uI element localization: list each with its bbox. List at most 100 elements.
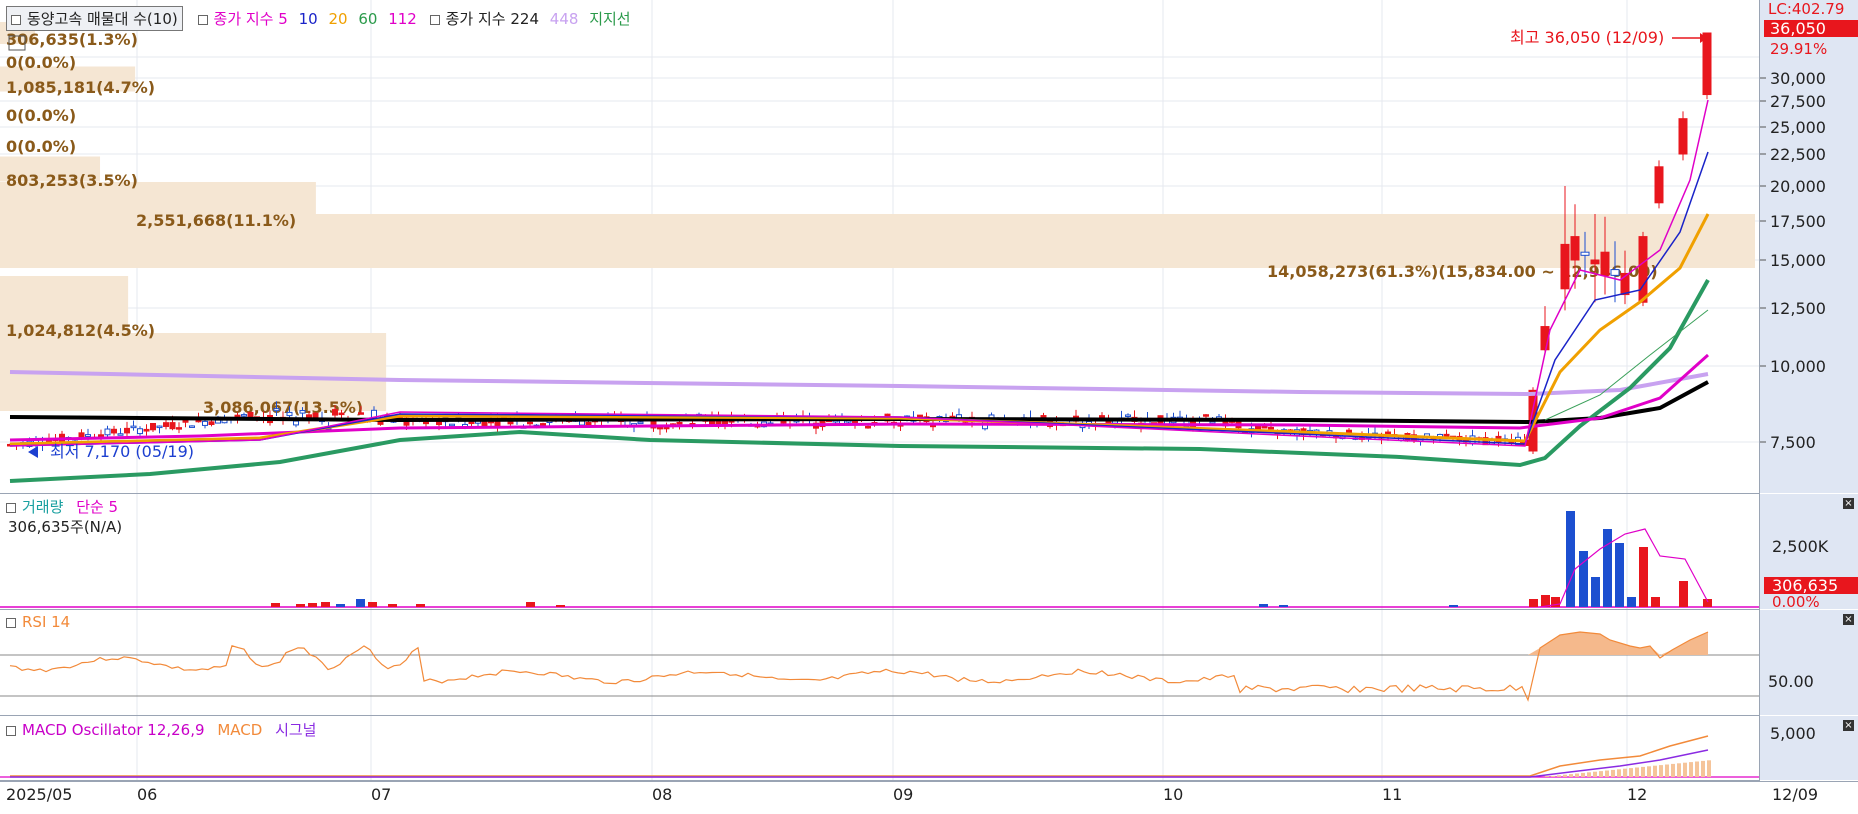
candle (111, 428, 117, 434)
candle (1610, 269, 1620, 276)
x-label: 11 (1382, 785, 1403, 804)
candle (540, 423, 546, 427)
macd-label: MACD (217, 721, 263, 739)
volume-bar (1259, 604, 1268, 607)
rsi-pane[interactable]: RSI 14 (0, 610, 1760, 716)
candle (1125, 414, 1131, 417)
candle (1570, 236, 1580, 261)
ma-legend[interactable]: 종가 지수 5 10 20 60 112 (197, 10, 422, 28)
ma-label: 종가 지수 5 (213, 10, 288, 28)
volume-pane[interactable]: 거래량 단순 5 306,635주(N/A) (0, 494, 1760, 610)
price-pane[interactable]: 306,635(1.3%) 0(0.0%) 1,085,181(4.7%) 0(0.0… (0, 0, 1760, 494)
macd-oscillator-bar (1599, 771, 1603, 777)
candle (1590, 259, 1600, 265)
macd-pane[interactable]: MACD Oscillator 12,26,9 MACD 시그널 (0, 716, 1760, 781)
volume-bar (1529, 599, 1538, 607)
candle (189, 425, 195, 428)
close-icon[interactable]: × (1843, 614, 1854, 625)
volume-bar (1279, 605, 1288, 607)
volume-bar (1615, 543, 1624, 607)
macd-oscillator-bar (1689, 762, 1693, 777)
candle (449, 423, 455, 427)
volume-bar (1651, 597, 1660, 607)
x-label: 08 (652, 785, 673, 804)
volume-legend[interactable]: 거래량 단순 5 (6, 496, 118, 517)
candle (1040, 415, 1047, 418)
volume-title: 거래량 (22, 498, 64, 516)
volume-bar (1566, 511, 1575, 607)
candle (85, 434, 91, 437)
macd-oscillator-bar (1581, 772, 1585, 777)
rsi-line (9, 631, 1709, 702)
volume-bar (388, 604, 397, 607)
volume-profile-label: 0(0.0%) (6, 106, 76, 125)
volume-bar (368, 602, 377, 607)
price-chart[interactable]: 306,635(1.3%) 0(0.0%) 1,085,181(4.7%) 0(0.0… (0, 0, 1760, 493)
macd-oscillator-bar (1623, 768, 1627, 777)
macd-oscillator-bar (1677, 763, 1681, 777)
ma2-legend[interactable]: 종가 지수 224 448 지지선 (429, 10, 631, 28)
ma-period-10: 10 (298, 10, 318, 28)
candle (865, 426, 871, 429)
candle (137, 428, 143, 435)
low-annotation: 최저 7,170 (05/19) (50, 442, 194, 461)
macd-oscillator-bar (1647, 766, 1651, 777)
candle (273, 408, 280, 412)
candle (293, 420, 299, 426)
chart-title: 동양고속 매물대 수(10) (27, 10, 178, 28)
macd-oscillator-bar (1611, 769, 1615, 777)
macd-oscillator-bar (1575, 773, 1579, 777)
toggle-square-icon (6, 725, 16, 736)
toggle-square-icon (11, 14, 21, 25)
macd-legend[interactable]: MACD Oscillator 12,26,9 MACD 시그널 (6, 719, 316, 740)
macd-oscillator-bar (1653, 765, 1657, 777)
volume-value: 306,635주(N/A) (8, 518, 123, 536)
volume-ma-label: 단순 5 (76, 498, 119, 516)
candle (676, 421, 683, 425)
rsi-scale-tick: 50.00 (1768, 672, 1814, 691)
rsi-scale: 50.00 × (1759, 610, 1858, 715)
volume-chart[interactable] (0, 494, 1760, 609)
macd-oscillator-bar (1695, 761, 1699, 777)
candle (1261, 425, 1268, 429)
candle (657, 426, 663, 430)
macd-oscillator-bar (1683, 762, 1687, 777)
candle (637, 421, 644, 425)
candle (208, 421, 215, 426)
volume-profile-label: 0(0.0%) (6, 137, 76, 156)
price-tick: 17,500 (1770, 212, 1826, 231)
rsi-legend[interactable]: RSI 14 (6, 613, 70, 631)
rsi-chart[interactable] (0, 610, 1760, 715)
chart-title-button[interactable]: 동양고속 매물대 수(10) (6, 6, 183, 31)
candle (332, 409, 338, 416)
close-icon[interactable]: × (1843, 498, 1854, 509)
candle (104, 428, 111, 436)
candle (1678, 118, 1688, 155)
candle (130, 425, 137, 429)
macd-oscillator-bar (1551, 775, 1555, 777)
macd-title: MACD Oscillator 12,26,9 (22, 721, 205, 739)
x-label: 07 (371, 785, 392, 804)
macd-oscillator-bar (1605, 770, 1609, 777)
x-axis-date: 12/09 (1772, 785, 1819, 804)
candle (1268, 426, 1274, 430)
volume-profile-label: 803,253(3.5%) (6, 171, 138, 190)
price-tick: 20,000 (1770, 177, 1826, 196)
volume-bar (308, 603, 317, 607)
macd-oscillator-bar (1635, 767, 1639, 777)
candle (1203, 414, 1209, 417)
volume-profile-label: 306,635(1.3%) (6, 30, 138, 49)
macd-oscillator-bar (1641, 766, 1645, 777)
signal-label: 시그널 (275, 721, 317, 739)
candle (1654, 166, 1664, 204)
candle (338, 412, 345, 416)
close-icon[interactable]: × (1843, 720, 1854, 731)
candle (176, 427, 182, 430)
candle (1702, 32, 1712, 96)
price-scale[interactable]: LC:402.79 36,050 29.91% 7,500 10,000 12,500 15… (1759, 0, 1858, 493)
macd-oscillator-bar (1557, 775, 1561, 777)
price-tick: 22,500 (1770, 145, 1826, 164)
candle (1580, 251, 1590, 256)
price-tick: 10,000 (1770, 357, 1826, 376)
candle (299, 410, 306, 414)
